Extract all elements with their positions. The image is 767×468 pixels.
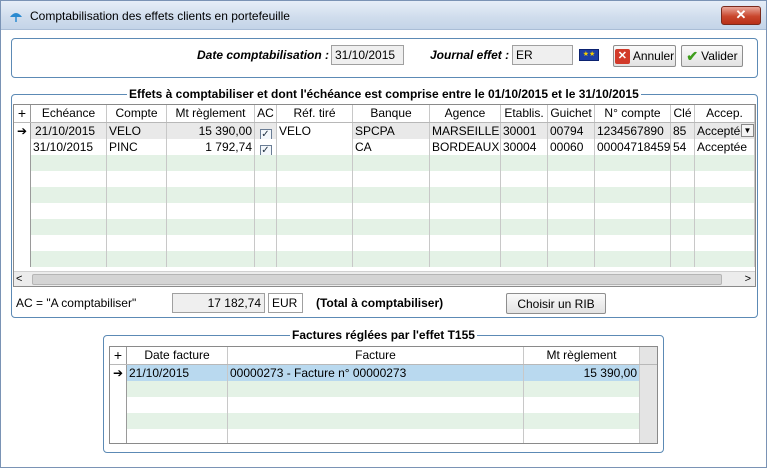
cell-agence[interactable]: BORDEAUX	[430, 139, 501, 155]
total-label: (Total à comptabiliser)	[316, 296, 444, 310]
horizontal-scrollbar[interactable]: < >	[14, 271, 755, 286]
col-montant[interactable]: Mt règlement	[524, 347, 640, 364]
cell-compte[interactable]: PINC	[107, 139, 167, 155]
choisir-rib-button[interactable]: Choisir un RIB	[506, 293, 606, 314]
cell-montant[interactable]: 15 390,00	[524, 365, 640, 381]
row-indicator-icon: ➔	[14, 123, 31, 139]
empty-row	[14, 235, 755, 251]
cell-guichet[interactable]: 00794	[548, 123, 595, 139]
cell-cle[interactable]: 54	[671, 139, 695, 155]
check-icon: ✔	[686, 47, 699, 64]
empty-row	[14, 155, 755, 171]
col-agence[interactable]: Agence	[430, 105, 501, 122]
cell-montant[interactable]: 15 390,00	[167, 123, 255, 139]
cell-facture[interactable]: 00000273 - Facture n° 00000273	[228, 365, 524, 381]
cancel-icon: ✕	[614, 48, 630, 64]
table-row[interactable]: ➔ 21/10/2015 00000273 - Facture n° 00000…	[110, 365, 657, 381]
cell-guichet[interactable]: 00060	[548, 139, 595, 155]
col-accep[interactable]: Accep.	[695, 105, 755, 122]
total-field: 17 182,74	[172, 293, 265, 313]
empty-row	[110, 429, 657, 443]
ac-legend: AC = "A comptabiliser"	[16, 296, 137, 310]
empty-row	[14, 219, 755, 235]
cell-etablis[interactable]: 30004	[501, 139, 548, 155]
cell-agence[interactable]: MARSEILLE	[430, 123, 501, 139]
col-echeance[interactable]: Echéance	[31, 105, 107, 122]
ac-checkbox[interactable]: ✓	[259, 129, 272, 139]
col-montant[interactable]: Mt règlement	[167, 105, 255, 122]
cell-compte-no[interactable]: 1234567890	[595, 123, 671, 139]
annuler-label: Annuler	[632, 49, 675, 63]
cell-banque[interactable]: CA	[353, 139, 430, 155]
journal-field[interactable]: ER	[512, 45, 573, 65]
table-row[interactable]: ➔ 21/10/2015 VELO 15 390,00 ✓ VELO SPCPA…	[14, 123, 755, 139]
cell-accep[interactable]: Acceptée	[695, 139, 755, 155]
date-label: Date comptabilisation :	[197, 48, 330, 62]
cell-compte[interactable]: VELO	[107, 123, 167, 139]
cell-ac[interactable]: ✓	[255, 139, 277, 155]
cell-date-facture[interactable]: 21/10/2015	[127, 365, 228, 381]
factures-title: Factures réglées par l'effet T155	[290, 328, 477, 342]
scroll-thumb[interactable]	[32, 274, 722, 285]
valider-label: Valider	[701, 49, 738, 63]
journal-label: Journal effet :	[430, 48, 510, 62]
col-facture[interactable]: Facture	[228, 347, 524, 364]
ac-checkbox[interactable]: ✓	[259, 145, 272, 155]
date-field[interactable]: 31/10/2015	[331, 45, 404, 65]
cell-banque[interactable]: SPCPA	[353, 123, 430, 139]
add-row-icon[interactable]: +	[14, 105, 31, 122]
cell-montant[interactable]: 1 792,74	[167, 139, 255, 155]
main-window: Comptabilisation des effets clients en p…	[0, 0, 767, 468]
title-bar: Comptabilisation des effets clients en p…	[1, 1, 766, 30]
cell-ac[interactable]: ✓	[255, 123, 277, 139]
row-indicator-icon	[14, 139, 31, 155]
col-compte-no[interactable]: N° compte	[595, 105, 671, 122]
cell-echeance[interactable]: 21/10/2015	[31, 123, 107, 139]
table-row[interactable]: 31/10/2015 PINC 1 792,74 ✓ CA BORDEAUX 3…	[14, 139, 755, 155]
cell-etablis[interactable]: 30001	[501, 123, 548, 139]
cell-cle[interactable]: 85	[671, 123, 695, 139]
empty-row	[14, 203, 755, 219]
scroll-right-icon[interactable]: >	[745, 272, 751, 286]
col-compte[interactable]: Compte	[107, 105, 167, 122]
app-icon	[10, 13, 22, 22]
empty-row	[110, 381, 657, 397]
col-date-facture[interactable]: Date facture	[127, 347, 228, 364]
col-ref[interactable]: Réf. tiré	[277, 105, 353, 122]
col-etablis[interactable]: Etablis.	[501, 105, 548, 122]
empty-row	[110, 397, 657, 413]
valider-button[interactable]: ✔ Valider	[681, 45, 743, 67]
cell-echeance[interactable]: 31/10/2015	[31, 139, 107, 155]
cell-ref[interactable]: VELO	[277, 123, 353, 139]
annuler-button[interactable]: ✕ Annuler	[613, 45, 676, 67]
empty-row	[110, 413, 657, 429]
window-title: Comptabilisation des effets clients en p…	[30, 9, 290, 23]
cell-compte-no[interactable]: 00004718459	[595, 139, 671, 155]
col-guichet[interactable]: Guichet	[548, 105, 595, 122]
col-cle[interactable]: Clé	[671, 105, 695, 122]
scroll-left-icon[interactable]: <	[16, 272, 22, 286]
effets-title: Effets à comptabiliser et dont l'échéanc…	[127, 87, 641, 101]
close-button[interactable]: ✕	[721, 6, 761, 25]
empty-row	[14, 187, 755, 203]
add-row-icon[interactable]: +	[110, 347, 127, 364]
effets-grid: + Echéance Compte Mt règlement AC Réf. t…	[13, 104, 756, 287]
eu-flag-icon[interactable]: ★★	[579, 49, 599, 61]
col-ac[interactable]: AC	[255, 105, 277, 122]
currency-field: EUR	[268, 293, 303, 313]
accep-value: Acceptée	[697, 124, 748, 138]
factures-grid: + Date facture Facture Mt règlement ➔ 21…	[109, 346, 658, 444]
row-indicator-icon: ➔	[110, 365, 127, 381]
cell-accep[interactable]: Acceptée ▼	[695, 123, 755, 139]
col-banque[interactable]: Banque	[353, 105, 430, 122]
cell-ref[interactable]	[277, 139, 353, 155]
empty-row	[14, 171, 755, 187]
empty-row	[14, 251, 755, 267]
dropdown-chevron-icon[interactable]: ▼	[741, 124, 754, 137]
